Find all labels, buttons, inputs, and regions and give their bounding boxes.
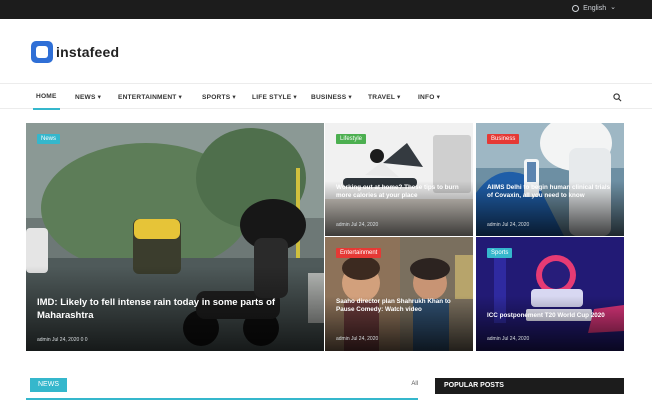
featured-tile-sports[interactable]: Sports ICC postponement T20 World Cup 20… xyxy=(476,237,624,351)
tile-title[interactable]: Working out at home? These tips to burn … xyxy=(336,184,464,201)
popular-posts-header: POPULAR POSTS xyxy=(435,378,624,394)
tile-title[interactable]: ICC postponement T20 World Cup 2020 xyxy=(487,312,615,320)
tile-meta: admin Jul 24, 2020 xyxy=(336,336,379,342)
chevron-down-icon: ⌄ xyxy=(610,4,616,11)
tile-meta: admin Jul 24, 2020 xyxy=(487,222,530,228)
search-icon[interactable] xyxy=(613,93,622,102)
globe-icon xyxy=(572,4,580,12)
nav-business[interactable]: BUSINESS ▾ xyxy=(311,93,352,101)
brand-name: instafeed xyxy=(56,44,120,60)
news-all-link[interactable]: All xyxy=(411,381,418,387)
hero-title[interactable]: IMD: Likely to fell intense rain today i… xyxy=(37,297,315,322)
main-nav: HOME NEWS ▾ ENTERTAINMENT ▾ SPORTS ▾ LIF… xyxy=(0,83,652,110)
tile-meta: admin Jul 24, 2020 xyxy=(336,222,379,228)
instafeed-logo-icon xyxy=(31,41,53,63)
hero-meta: admin Jul 24, 2020 0 0 xyxy=(37,337,88,343)
news-section-label[interactable]: NEWS xyxy=(30,378,67,392)
language-label: English xyxy=(583,4,607,12)
category-badge[interactable]: Sports xyxy=(487,248,513,258)
category-badge[interactable]: Lifestyle xyxy=(336,134,367,144)
nav-info[interactable]: INFO ▾ xyxy=(418,93,440,101)
featured-tile-business[interactable]: Business AIIMS Delhi to begin human clin… xyxy=(476,123,624,236)
tile-title[interactable]: Saaho director plan Shahrukh Khan to Pau… xyxy=(336,298,464,315)
popular-posts-label: POPULAR POSTS xyxy=(444,382,504,389)
news-section-header: NEWS All xyxy=(26,378,418,400)
site-logo[interactable]: instafeed xyxy=(31,41,119,63)
language-selector[interactable]: English ⌄ xyxy=(572,4,616,12)
category-badge[interactable]: Business xyxy=(487,134,520,144)
site-header: instafeed xyxy=(0,19,652,83)
nav-home[interactable]: HOME xyxy=(33,93,60,110)
tile-overlay xyxy=(476,296,624,351)
nav-news[interactable]: NEWS ▾ xyxy=(75,93,101,101)
top-bar: English ⌄ xyxy=(0,0,652,19)
category-badge[interactable]: News xyxy=(37,134,61,144)
category-badge[interactable]: Entertainment xyxy=(336,248,382,258)
nav-life-style[interactable]: LIFE STYLE ▾ xyxy=(252,93,297,101)
nav-sports[interactable]: SPORTS ▾ xyxy=(202,93,236,101)
tile-title[interactable]: AIIMS Delhi to begin human clinical tria… xyxy=(487,184,615,201)
featured-tile-lifestyle[interactable]: Lifestyle Working out at home? These tip… xyxy=(325,123,473,236)
nav-travel[interactable]: TRAVEL ▾ xyxy=(368,93,401,101)
nav-entertainment[interactable]: ENTERTAINMENT ▾ xyxy=(118,93,182,101)
featured-tile-entertainment[interactable]: Entertainment Saaho director plan Shahru… xyxy=(325,237,473,351)
hero-article[interactable]: News IMD: Likely to fell intense rain to… xyxy=(26,123,324,351)
tile-meta: admin Jul 24, 2020 xyxy=(487,336,530,342)
